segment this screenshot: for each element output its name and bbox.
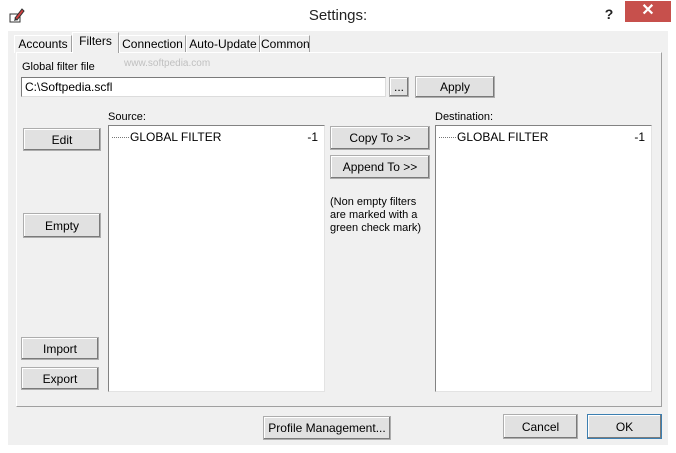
import-button[interactable]: Import [21,337,99,360]
export-button[interactable]: Export [21,367,99,390]
tree-connector [112,137,129,138]
source-label: Source: [108,111,146,123]
title-bar[interactable]: Settings: ? ✕ [0,0,676,31]
cancel-button[interactable]: Cancel [503,414,578,439]
append-to-button[interactable]: Append To >> [330,155,430,179]
tree-connector [439,137,456,138]
tab-connection[interactable]: Connection [119,35,186,53]
copy-to-button[interactable]: Copy To >> [330,126,430,150]
global-filter-label: Global filter file [22,61,95,73]
destination-item-value: -1 [634,130,645,144]
profile-management-button[interactable]: Profile Management... [263,416,391,440]
ok-button[interactable]: OK [587,414,662,439]
close-button[interactable]: ✕ [625,1,671,22]
tab-accounts[interactable]: Accounts [14,35,72,53]
watermark: www.softpedia.com [124,58,211,69]
tab-auto-update[interactable]: Auto-Update [186,35,260,53]
edit-button[interactable]: Edit [23,128,101,151]
filter-note: (Non empty filters are marked with a gre… [330,196,422,234]
empty-button[interactable]: Empty [23,213,101,238]
help-button[interactable]: ? [597,4,621,24]
source-list[interactable]: GLOBAL FILTER -1 [108,125,325,392]
tab-common[interactable]: Common [260,35,310,53]
tab-filters[interactable]: Filters [72,32,119,53]
destination-item-name: GLOBAL FILTER [457,130,549,144]
source-item-name: GLOBAL FILTER [130,130,222,144]
window-title: Settings: [308,7,368,24]
source-list-item[interactable]: GLOBAL FILTER -1 [112,129,318,145]
source-item-value: -1 [307,130,318,144]
destination-list[interactable]: GLOBAL FILTER -1 [435,125,652,392]
destination-list-item[interactable]: GLOBAL FILTER -1 [439,129,645,145]
settings-window: Settings: ? ✕ Accounts Filters Connectio… [0,0,676,453]
global-filter-input[interactable]: C:\Softpedia.scfl [21,77,386,97]
apply-button[interactable]: Apply [415,76,495,98]
destination-label: Destination: [435,111,494,123]
browse-button[interactable]: ... [389,77,409,97]
